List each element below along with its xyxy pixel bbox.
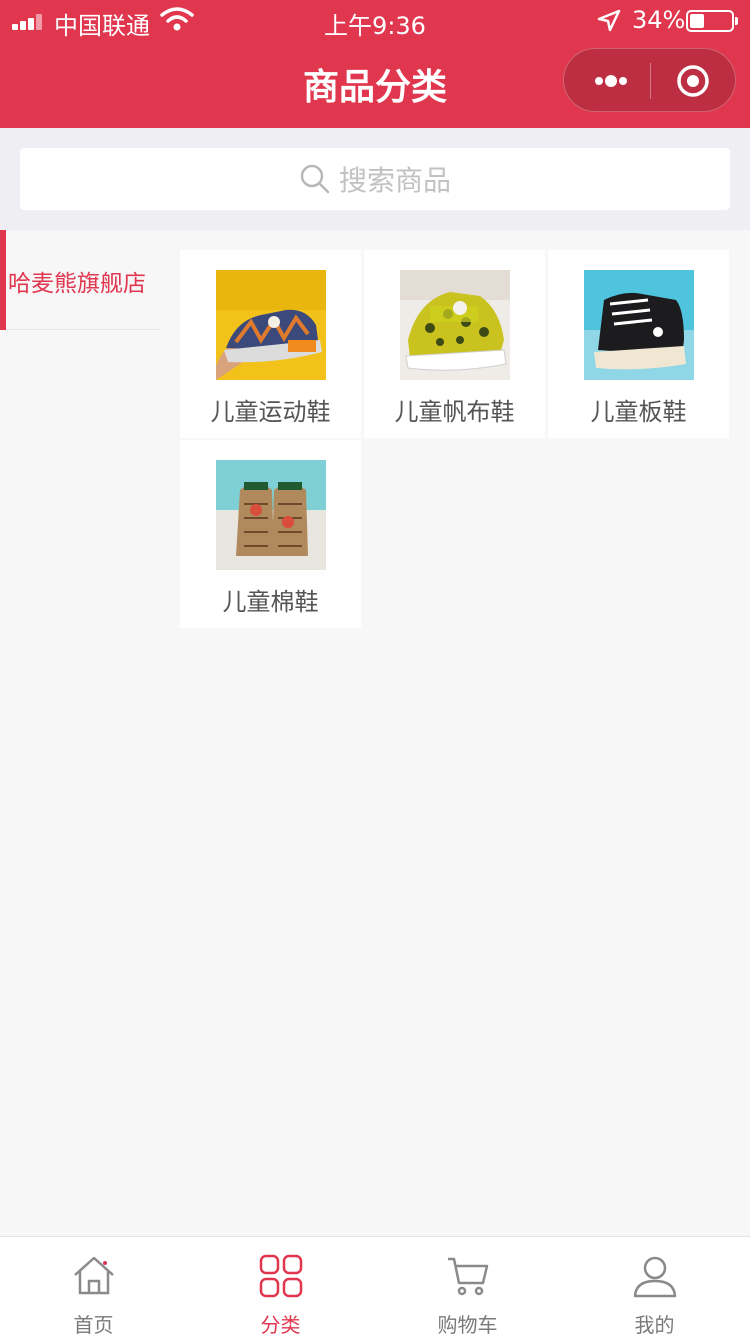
home-icon [71, 1253, 117, 1299]
tab-label: 我的 [634, 1313, 675, 1334]
product-name: 儿童运动鞋 [210, 398, 331, 426]
tab-label: 首页 [73, 1313, 114, 1334]
tab-profile[interactable]: 我的 [561, 1237, 748, 1334]
user-icon [632, 1253, 678, 1299]
kids-sneaker-image [216, 270, 326, 380]
search-input[interactable]: 搜索商品 [20, 148, 730, 210]
category-grid-icon [258, 1253, 304, 1299]
miniprogram-capsule [563, 48, 736, 112]
search-placeholder: 搜索商品 [338, 164, 451, 197]
app-header: 中国联通 上午9:36 34% 商品分类 [0, 0, 750, 128]
search-icon [300, 164, 330, 194]
product-item[interactable]: 儿童运动鞋 [180, 250, 361, 438]
close-button[interactable] [664, 61, 722, 101]
battery-percent: 34% [632, 6, 686, 34]
kids-cotton-shoe-image [216, 460, 326, 570]
product-item[interactable]: 儿童帆布鞋 [364, 250, 545, 438]
category-sidebar: 哈麦熊旗舰店 [0, 230, 160, 1236]
tab-home[interactable]: 首页 [0, 1237, 187, 1334]
location-arrow-icon [597, 9, 621, 32]
kids-skate-shoe-image [584, 270, 694, 380]
kids-canvas-shoe-image [400, 270, 510, 380]
target-close-icon [677, 65, 709, 97]
active-indicator [0, 230, 6, 330]
product-name: 儿童板鞋 [590, 398, 687, 426]
product-name: 儿童棉鞋 [222, 588, 319, 616]
tab-category[interactable]: 分类 [187, 1237, 374, 1334]
product-item[interactable]: 儿童板鞋 [548, 250, 729, 438]
cart-icon [445, 1253, 491, 1299]
tab-label: 分类 [260, 1313, 301, 1334]
battery-icon [686, 10, 738, 32]
tab-cart[interactable]: 购物车 [374, 1237, 561, 1334]
sidebar-item-store[interactable]: 哈麦熊旗舰店 [0, 230, 160, 330]
tab-label: 购物车 [437, 1313, 498, 1334]
status-bar: 中国联通 上午9:36 34% [0, 0, 750, 40]
sidebar-item-label: 哈麦熊旗舰店 [8, 271, 146, 297]
search-bar-area: 搜索商品 [0, 128, 750, 230]
more-dots-icon [595, 75, 627, 87]
product-item[interactable]: 儿童棉鞋 [180, 440, 361, 628]
capsule-divider [650, 63, 651, 99]
bottom-tab-bar: 首页 分类 购物车 我的 [0, 1236, 750, 1334]
product-name: 儿童帆布鞋 [394, 398, 515, 426]
more-button[interactable] [582, 61, 640, 101]
